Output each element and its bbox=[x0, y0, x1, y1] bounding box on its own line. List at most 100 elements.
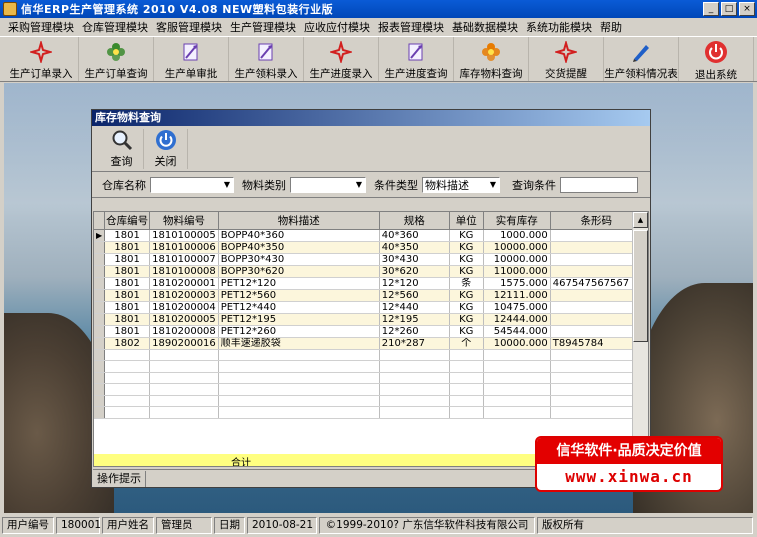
table-cell[interactable]: 467547567567 bbox=[550, 277, 643, 290]
menu-customer[interactable]: 客服管理模块 bbox=[152, 19, 226, 35]
table-cell[interactable]: 1575.000 bbox=[483, 277, 551, 290]
table-cell[interactable]: BOPP40*360 bbox=[218, 229, 380, 242]
col-warehouse-no[interactable]: 仓库编号 bbox=[104, 212, 151, 230]
toolbar-button-0[interactable]: 生产订单录入 bbox=[4, 37, 79, 81]
table-cell[interactable] bbox=[550, 265, 643, 278]
table-cell[interactable]: 1000.000 bbox=[483, 229, 551, 242]
table-cell[interactable]: 1810200005 bbox=[149, 313, 219, 326]
table-row[interactable]: 1801 1810200001 PET12*120 12*120 条 1575.000 46… bbox=[94, 277, 643, 290]
table-cell[interactable]: PET12*120 bbox=[218, 277, 380, 290]
category-select[interactable]: ▼ bbox=[290, 176, 366, 193]
table-cell[interactable]: 1810200004 bbox=[149, 301, 219, 314]
toolbar-button-9[interactable]: 退出系统 bbox=[679, 37, 754, 81]
table-cell[interactable]: 1810100008 bbox=[149, 265, 219, 278]
inventory-grid[interactable]: 仓库编号 物料编号 物料描述 规格 单位 实有库存 条形码 ▶ 1801 18101… bbox=[93, 211, 649, 467]
table-cell[interactable]: 条 bbox=[449, 277, 484, 290]
table-cell[interactable]: 1801 bbox=[104, 265, 151, 278]
table-cell[interactable]: 12*560 bbox=[379, 289, 450, 302]
close-window-button[interactable]: 关闭 bbox=[144, 129, 188, 169]
table-cell[interactable]: 12111.000 bbox=[483, 289, 551, 302]
table-cell[interactable]: KG bbox=[449, 289, 484, 302]
table-cell[interactable]: PET12*560 bbox=[218, 289, 380, 302]
table-cell[interactable]: 1801 bbox=[104, 325, 151, 338]
table-cell[interactable]: 1801 bbox=[104, 277, 151, 290]
table-cell[interactable]: 40*350 bbox=[379, 241, 450, 254]
promo-url[interactable]: www.xinwa.cn bbox=[537, 464, 721, 490]
table-cell[interactable]: KG bbox=[449, 265, 484, 278]
table-cell[interactable]: 1801 bbox=[104, 241, 151, 254]
toolbar-button-5[interactable]: 生产进度查询 bbox=[379, 37, 454, 81]
table-cell[interactable]: KG bbox=[449, 301, 484, 314]
table-cell[interactable] bbox=[550, 313, 643, 326]
table-row[interactable]: 1801 1810200008 PET12*260 12*260 KG 54544.000 bbox=[94, 325, 643, 338]
menu-purchase[interactable]: 采购管理模块 bbox=[4, 19, 78, 35]
table-cell[interactable]: 54544.000 bbox=[483, 325, 551, 338]
table-cell[interactable]: 12*195 bbox=[379, 313, 450, 326]
table-cell[interactable]: 1810100005 bbox=[149, 229, 219, 242]
toolbar-button-8[interactable]: 生产领料情况表 bbox=[604, 37, 679, 81]
table-cell[interactable]: 30*620 bbox=[379, 265, 450, 278]
chevron-down-icon[interactable]: ▼ bbox=[487, 178, 499, 192]
toolbar-button-1[interactable]: 生产订单查询 bbox=[79, 37, 154, 81]
col-barcode[interactable]: 条形码 bbox=[550, 212, 643, 230]
toolbar-button-2[interactable]: 生产单审批 bbox=[154, 37, 229, 81]
table-cell[interactable] bbox=[550, 241, 643, 254]
table-cell[interactable]: 10000.000 bbox=[483, 337, 551, 350]
menu-production[interactable]: 生产管理模块 bbox=[226, 19, 300, 35]
table-cell[interactable]: KG bbox=[449, 325, 484, 338]
menu-help[interactable]: 帮助 bbox=[596, 19, 626, 35]
table-row[interactable]: 1801 1810200003 PET12*560 12*560 KG 12111.000 bbox=[94, 289, 643, 302]
table-cell[interactable] bbox=[550, 325, 643, 338]
query-condition-input[interactable] bbox=[560, 176, 638, 193]
menu-report[interactable]: 报表管理模块 bbox=[374, 19, 448, 35]
toolbar-button-4[interactable]: 生产进度录入 bbox=[304, 37, 379, 81]
table-cell[interactable]: 1801 bbox=[104, 313, 151, 326]
table-cell[interactable]: 12*260 bbox=[379, 325, 450, 338]
table-cell[interactable]: 10000.000 bbox=[483, 241, 551, 254]
menu-system[interactable]: 系统功能模块 bbox=[522, 19, 596, 35]
table-cell[interactable] bbox=[550, 253, 643, 266]
toolbar-button-6[interactable]: 库存物料查询 bbox=[454, 37, 529, 81]
chevron-down-icon[interactable]: ▼ bbox=[221, 178, 233, 192]
col-material-desc[interactable]: 物料描述 bbox=[218, 212, 380, 230]
table-row[interactable]: 1801 1810100006 BOPP40*350 40*350 KG 10000.00… bbox=[94, 241, 643, 254]
table-cell[interactable]: 顺丰速递胶袋 bbox=[218, 337, 380, 350]
table-cell[interactable]: 1810200003 bbox=[149, 289, 219, 302]
col-unit[interactable]: 单位 bbox=[449, 212, 484, 230]
chevron-down-icon[interactable]: ▼ bbox=[353, 178, 365, 192]
table-cell[interactable]: 210*287 bbox=[379, 337, 450, 350]
table-cell[interactable] bbox=[550, 301, 643, 314]
table-cell[interactable]: 10475.000 bbox=[483, 301, 551, 314]
table-cell[interactable]: KG bbox=[449, 313, 484, 326]
query-button[interactable]: 查询 bbox=[100, 129, 144, 169]
table-cell[interactable]: 12*120 bbox=[379, 277, 450, 290]
warehouse-select[interactable]: ▼ bbox=[150, 176, 234, 193]
table-cell[interactable] bbox=[550, 229, 643, 242]
table-cell[interactable]: PET12*195 bbox=[218, 313, 380, 326]
table-cell[interactable]: KG bbox=[449, 253, 484, 266]
col-material-no[interactable]: 物料编号 bbox=[149, 212, 219, 230]
table-cell[interactable]: 个 bbox=[449, 337, 484, 350]
table-cell[interactable]: BOPP30*620 bbox=[218, 265, 380, 278]
table-cell[interactable]: 1890200016 bbox=[149, 337, 219, 350]
table-cell[interactable]: 11000.000 bbox=[483, 265, 551, 278]
grid-scrollbar[interactable]: ▲ ▼ bbox=[632, 212, 648, 466]
col-spec[interactable]: 规格 bbox=[379, 212, 450, 230]
table-cell[interactable] bbox=[550, 289, 643, 302]
table-cell[interactable]: 1810200008 bbox=[149, 325, 219, 338]
minimize-button[interactable]: _ bbox=[703, 2, 719, 16]
toolbar-button-7[interactable]: 交货提醒 bbox=[529, 37, 604, 81]
table-cell[interactable]: BOPP30*430 bbox=[218, 253, 380, 266]
condition-type-select[interactable]: 物料描述 ▼ bbox=[422, 176, 500, 193]
table-cell[interactable]: 40*360 bbox=[379, 229, 450, 242]
menu-base-data[interactable]: 基础数据模块 bbox=[448, 19, 522, 35]
table-cell[interactable]: 1810100007 bbox=[149, 253, 219, 266]
col-stock[interactable]: 实有库存 bbox=[483, 212, 551, 230]
menu-warehouse[interactable]: 仓库管理模块 bbox=[78, 19, 152, 35]
table-row[interactable]: 1801 1810100007 BOPP30*430 30*430 KG 10000.00… bbox=[94, 253, 643, 266]
table-cell[interactable]: 1801 bbox=[104, 229, 151, 242]
menu-receivable[interactable]: 应收应付模块 bbox=[300, 19, 374, 35]
table-cell[interactable]: PET12*260 bbox=[218, 325, 380, 338]
table-cell[interactable]: 10000.000 bbox=[483, 253, 551, 266]
table-row[interactable]: 1801 1810200004 PET12*440 12*440 KG 10475.000 bbox=[94, 301, 643, 314]
